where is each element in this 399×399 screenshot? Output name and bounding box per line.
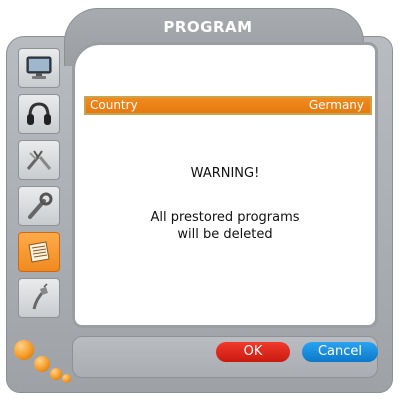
sidebar-item-program[interactable]: [18, 232, 60, 272]
brand-dots: [12, 336, 74, 386]
warning-message: All prestored programs will be deleted: [72, 209, 378, 243]
sidebar-item-source[interactable]: [18, 278, 60, 318]
brand-dot-large: [14, 340, 34, 360]
ok-button[interactable]: OK: [216, 342, 290, 362]
brand-dot-tiny: [62, 374, 71, 383]
cancel-button[interactable]: Cancel: [302, 342, 378, 362]
headphones-icon: [27, 102, 51, 125]
content-panel: [72, 42, 378, 328]
country-label: Country: [90, 98, 138, 112]
sidebar-item-install[interactable]: [18, 186, 60, 226]
wrench-icon: [28, 192, 53, 219]
document-list-icon: [28, 241, 50, 263]
warning-title: WARNING!: [190, 166, 260, 181]
sidebar-item-sound[interactable]: [18, 94, 60, 134]
warning-message-line2: will be deleted: [177, 227, 273, 242]
sidebar-item-features[interactable]: [18, 140, 60, 180]
monitor-icon: [26, 56, 52, 79]
window-title: PROGRAM: [163, 18, 253, 36]
brand-dot-small: [50, 368, 62, 380]
plug-icon: [32, 283, 48, 310]
country-value: Germany: [308, 98, 364, 112]
country-row[interactable]: Country Germany: [84, 96, 372, 115]
sidebar-item-picture[interactable]: [18, 48, 60, 88]
warning-message-line1: All prestored programs: [150, 210, 300, 225]
brand-dot-medium: [34, 356, 50, 372]
tools-icon: [26, 150, 52, 170]
